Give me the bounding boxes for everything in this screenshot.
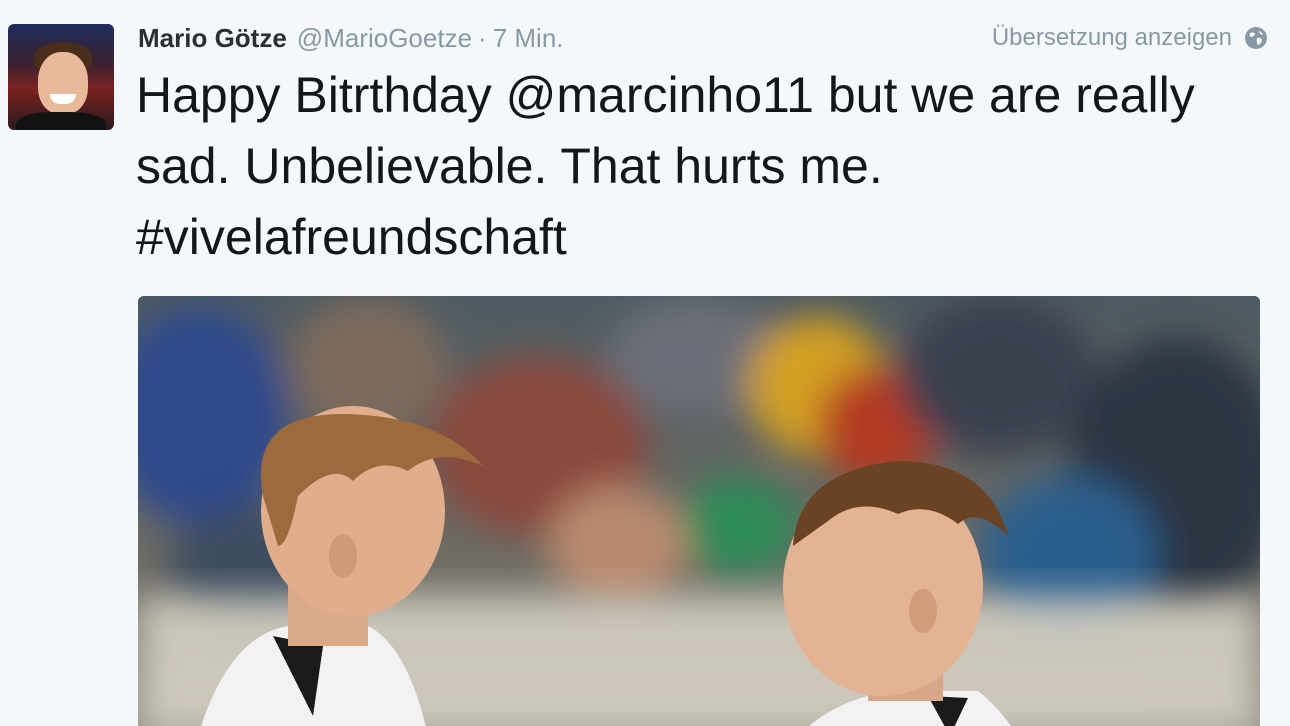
avatar-face xyxy=(38,52,88,114)
meta-separator: · xyxy=(478,22,487,53)
photo-illustration xyxy=(138,296,1260,726)
author-handle[interactable]: @MarioGoetze xyxy=(297,23,472,54)
avatar[interactable] xyxy=(8,24,114,130)
globe-icon[interactable] xyxy=(1244,26,1268,50)
tweet-timestamp[interactable]: 7 Min. xyxy=(493,23,564,54)
tweet-text: Happy Bitrthday @marcinho11 but we are r… xyxy=(136,60,1256,273)
tweet-card: Mario Götze @MarioGoetze · 7 Min. Überse… xyxy=(0,0,1290,726)
mention-link[interactable]: @marcinho11 xyxy=(506,67,814,123)
hashtag-link[interactable]: #vivelafreundschaft xyxy=(136,209,567,265)
tweet-photo[interactable] xyxy=(138,296,1260,726)
author-name[interactable]: Mario Götze xyxy=(138,23,287,54)
tweet-text-start: Happy Bitrthday xyxy=(136,67,506,123)
avatar-body xyxy=(16,112,106,130)
translate-link[interactable]: Übersetzung anzeigen xyxy=(992,20,1268,56)
tweet-header: Mario Götze @MarioGoetze · 7 Min. xyxy=(138,20,564,56)
translate-label[interactable]: Übersetzung anzeigen xyxy=(992,24,1232,52)
